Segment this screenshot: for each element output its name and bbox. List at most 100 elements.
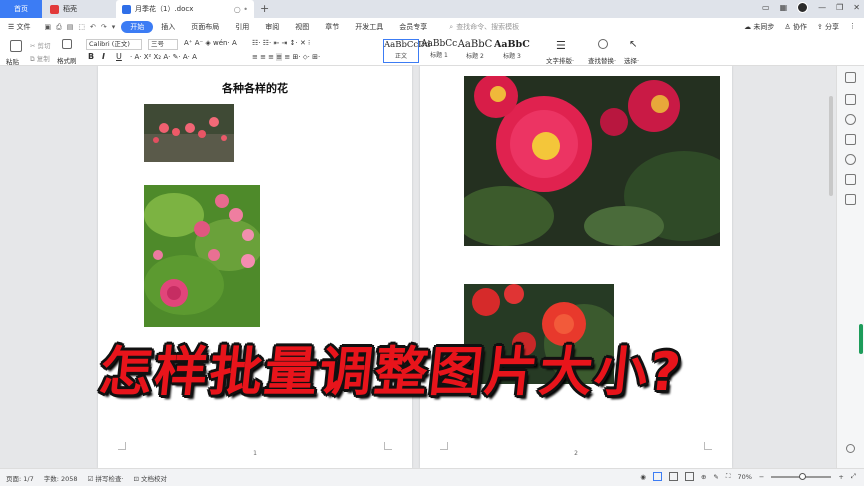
select-button[interactable]: 选择· (624, 55, 639, 65)
tab-close-icon[interactable]: ○ • (234, 5, 248, 14)
page-2-corner-right (704, 442, 712, 450)
style-heading-2[interactable]: AaBbC 标题 2 (457, 39, 493, 63)
menu-developer[interactable]: 开发工具 (347, 22, 391, 32)
close-window-icon[interactable]: ✕ (853, 3, 860, 12)
write-view-icon[interactable]: ✎ (713, 473, 718, 481)
paste-label[interactable]: 粘贴 (6, 56, 19, 66)
ribbon: 粘贴 ✂ 剪切 ⧉ 复制 格式刷 Calibri (正文) 三号 A⁺ A⁻ ◈… (0, 36, 864, 66)
sync-button[interactable]: ☁ 未同步 (744, 22, 774, 32)
font-size-buttons[interactable]: A⁺ A⁻ ◈ wén· A (184, 39, 237, 47)
avatar[interactable] (797, 2, 809, 13)
format-painter-icon[interactable] (62, 39, 72, 49)
spell-check-button[interactable]: ☑ 拼写检查· (88, 473, 124, 483)
style-heading-3[interactable]: AaBbCc 标题 3 (494, 39, 530, 63)
style-heading-1[interactable]: AaBbCc 标题 1 (421, 39, 457, 63)
flower-image-1[interactable] (144, 104, 234, 162)
zoom-level[interactable]: 70% (737, 473, 751, 481)
menu-review[interactable]: 审阅 (257, 22, 287, 32)
search-icon: ⌕ (449, 22, 454, 31)
zoom-in-icon[interactable]: + (838, 473, 843, 481)
undo-icon[interactable]: ↶ (90, 23, 96, 32)
sidebar-adjust-icon[interactable] (845, 134, 856, 145)
status-page[interactable]: 页面: 1/7 (6, 473, 34, 483)
style-normal[interactable]: AaBbCcDd 正文 (383, 39, 430, 63)
export-icon[interactable]: ⬚ (78, 23, 85, 32)
proofread-button[interactable]: ⊡ 文档校对 (134, 473, 168, 483)
underline-button[interactable]: U (116, 52, 122, 61)
flower-image-3[interactable] (464, 76, 720, 246)
list-buttons[interactable]: ☷· ☷· ⇤ ⇥ ↕· ✕ ⁝ (252, 39, 310, 47)
redo-icon[interactable]: ↷ (101, 23, 107, 32)
scrollbar-thumb[interactable] (829, 96, 833, 196)
more-icon[interactable]: ▾ (112, 23, 116, 32)
font-family-select[interactable]: Calibri (正文) (86, 39, 142, 50)
menu-section[interactable]: 章节 (317, 22, 347, 32)
sidebar-more-icon[interactable] (846, 444, 855, 453)
sidebar-pointer-icon[interactable] (845, 94, 856, 105)
menu-more-icon[interactable]: ⋮ (849, 22, 856, 32)
italic-button[interactable]: I (102, 52, 105, 61)
new-tab-button[interactable]: + (260, 2, 269, 15)
menu-home[interactable]: 开始 (121, 21, 154, 33)
collab-button[interactable]: ♙ 协作 (784, 22, 807, 32)
menu-insert[interactable]: 插入 (153, 22, 183, 32)
paste-icon[interactable] (10, 40, 22, 52)
page-view-icon[interactable] (652, 472, 662, 481)
preview-icon[interactable]: ▤ (67, 23, 74, 32)
layout-icon[interactable]: ▭ (762, 3, 770, 12)
fullscreen-icon[interactable]: ⤢ (851, 472, 856, 481)
share-button[interactable]: ⇪ 分享 (817, 22, 839, 32)
font-size-select[interactable]: 三号 (148, 39, 178, 50)
save-icon[interactable]: ▣ (45, 23, 52, 32)
sidebar-book-icon[interactable] (845, 194, 856, 205)
find-replace-icon[interactable] (598, 39, 608, 49)
zoom-out-icon[interactable]: − (759, 473, 764, 481)
sidebar-backup-icon[interactable] (845, 174, 856, 185)
text-layout-button[interactable]: 文字排版· (546, 55, 574, 65)
zoom-slider-knob[interactable] (799, 472, 807, 480)
document-canvas[interactable]: 各种各样的花 1 2 (0, 66, 864, 468)
page-2-number: 2 (574, 450, 578, 457)
flower-image-2[interactable] (144, 185, 260, 327)
status-words[interactable]: 字数: 2058 (44, 473, 78, 483)
minimize-icon[interactable]: — (818, 3, 826, 12)
grid-icon[interactable]: ▦ (780, 3, 788, 12)
print-icon[interactable]: ⎙ (56, 23, 62, 32)
bold-button[interactable]: B (88, 52, 94, 61)
find-replace-button[interactable]: 查找替换· (588, 55, 616, 65)
select-cursor-icon[interactable]: ↖ (629, 39, 637, 50)
tab-home[interactable]: 首页 (0, 0, 42, 18)
align-buttons[interactable]: ≡ ≡ ≡ ≡ ≡ ⊞· ⬦· ⊞· (252, 53, 320, 62)
text-layout-icon[interactable]: ☰ (556, 39, 568, 52)
menu-member[interactable]: 会员专享 (391, 22, 435, 32)
format-painter-label[interactable]: 格式刷 (57, 55, 77, 65)
spell-check-label: 拼写检查 (95, 474, 122, 483)
docer-icon (50, 4, 59, 14)
tab-docer[interactable]: 稻壳 (44, 0, 114, 18)
menu-view[interactable]: 视图 (287, 22, 317, 32)
fit-icon[interactable]: ⛶ (726, 472, 731, 481)
sidebar-scroll-indicator[interactable] (859, 324, 863, 354)
sidebar-location-icon[interactable] (845, 114, 856, 125)
document-title: 各种各样的花 (222, 82, 288, 95)
zoom-slider[interactable] (771, 472, 832, 480)
menu-references[interactable]: 引用 (227, 22, 257, 32)
sidebar-help-icon[interactable] (845, 154, 856, 165)
page-1[interactable]: 各种各样的花 1 (98, 66, 412, 468)
menu-layout[interactable]: 页面布局 (183, 22, 227, 32)
cut-button[interactable]: ✂ 剪切 (30, 40, 51, 50)
restore-icon[interactable]: ❐ (836, 3, 843, 12)
copy-button[interactable]: ⧉ 复制 (30, 53, 50, 64)
sidebar-collapse-icon[interactable] (845, 72, 856, 83)
read-view-icon[interactable] (684, 472, 694, 481)
eye-icon[interactable]: ◉ (640, 473, 646, 481)
font-effect-buttons[interactable]: · A· X² X₂ A· ✎· A· A (130, 53, 197, 61)
page-2[interactable]: 2 (420, 66, 732, 468)
web-view-icon[interactable]: ⊕ (701, 473, 706, 481)
outline-view-icon[interactable] (668, 472, 678, 481)
tab-document-label: 月季花（1）.docx (135, 5, 194, 13)
command-search[interactable]: ⌕ 查找命令、搜索模板 (449, 22, 519, 32)
vertical-scrollbar[interactable] (828, 66, 834, 468)
tab-document[interactable]: 月季花（1）.docx ○ • (116, 0, 254, 18)
menu-file[interactable]: ☰ 文件 (0, 22, 39, 32)
